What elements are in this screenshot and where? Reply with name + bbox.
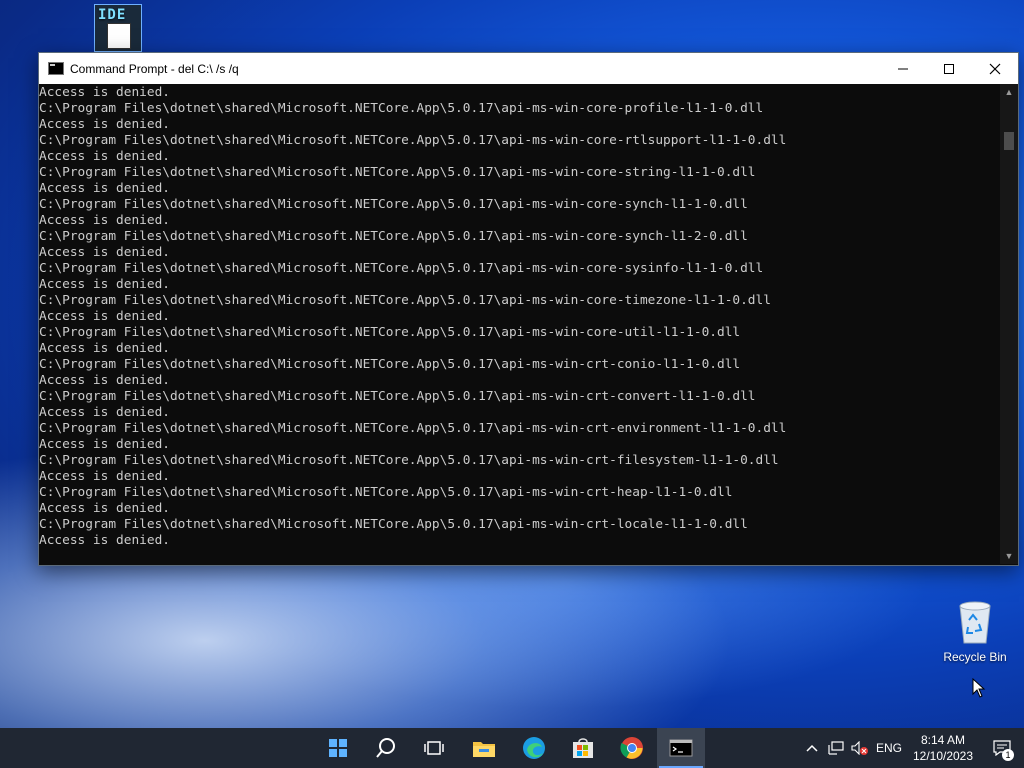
system-tray: ENG 8:14 AM 12/10/2023 1 <box>800 728 1024 768</box>
chrome-icon <box>620 737 643 759</box>
search-button[interactable] <box>362 728 410 768</box>
scrollbar-thumb[interactable] <box>1004 132 1014 150</box>
command-prompt-icon <box>669 739 693 757</box>
edge-button[interactable] <box>510 728 558 768</box>
console-line: Access is denied. <box>39 213 170 228</box>
console-line: C:\Program Files\dotnet\shared\Microsoft… <box>39 229 748 244</box>
recycle-bin-icon <box>955 600 995 644</box>
console-app-icon <box>48 62 64 75</box>
show-hidden-icons-button[interactable] <box>800 728 824 768</box>
console-line: C:\Program Files\dotnet\shared\Microsoft… <box>39 261 764 276</box>
scroll-down-icon[interactable]: ▼ <box>1000 548 1018 564</box>
console-line: C:\Program Files\dotnet\shared\Microsoft… <box>39 293 771 308</box>
language-indicator[interactable]: ENG <box>872 728 906 768</box>
notification-count-badge: 1 <box>1002 749 1014 761</box>
file-explorer-icon <box>473 742 495 757</box>
start-icon <box>329 739 347 757</box>
console-line: Access is denied. <box>39 149 170 164</box>
notification-center-button[interactable]: 1 <box>980 728 1024 768</box>
console-line: C:\Program Files\dotnet\shared\Microsoft… <box>39 357 741 372</box>
window-title: Command Prompt - del C:\ /s /q <box>70 61 239 76</box>
maximize-button[interactable] <box>926 53 972 84</box>
network-icon <box>828 741 844 755</box>
console-line: Access is denied. <box>39 437 170 452</box>
store-button[interactable] <box>559 728 607 768</box>
console-line: Access is denied. <box>39 181 170 196</box>
network-button[interactable] <box>824 728 848 768</box>
vertical-scrollbar[interactable]: ▲ ▼ <box>1000 84 1018 564</box>
console-line: Access is denied. <box>39 469 170 484</box>
console-line: C:\Program Files\dotnet\shared\Microsoft… <box>39 325 741 340</box>
clock[interactable]: 8:14 AM 12/10/2023 <box>906 728 980 768</box>
console-line: C:\Program Files\dotnet\shared\Microsoft… <box>39 485 733 500</box>
console-line: C:\Program Files\dotnet\shared\Microsoft… <box>39 133 787 148</box>
chrome-button[interactable] <box>608 728 656 768</box>
start-button[interactable] <box>314 728 362 768</box>
command-prompt-window[interactable]: Command Prompt - del C:\ /s /q Access is… <box>38 52 1019 566</box>
close-button[interactable] <box>972 53 1018 84</box>
command-prompt-taskbar-button[interactable] <box>657 728 705 768</box>
file-explorer-button[interactable] <box>460 728 508 768</box>
search-icon <box>376 738 395 758</box>
store-icon <box>573 738 593 758</box>
recycle-bin-label: Recycle Bin <box>943 650 1007 664</box>
volume-button[interactable] <box>848 728 872 768</box>
console-line: C:\Program Files\dotnet\shared\Microsoft… <box>39 517 748 532</box>
console-line: Access is denied. <box>39 277 170 292</box>
console-line: Access is denied. <box>39 245 170 260</box>
console-line: C:\Program Files\dotnet\shared\Microsoft… <box>39 389 756 404</box>
console-line: C:\Program Files\dotnet\shared\Microsoft… <box>39 197 748 212</box>
console-line: Access is denied. <box>39 533 170 548</box>
console-line: Access is denied. <box>39 405 170 420</box>
console-line: C:\Program Files\dotnet\shared\Microsoft… <box>39 453 779 468</box>
console-line: C:\Program Files\dotnet\shared\Microsoft… <box>39 165 756 180</box>
console-output[interactable]: Access is denied. C:\Program Files\dotnet… <box>39 84 999 565</box>
console-line: Access is denied. <box>39 341 170 356</box>
minimize-button[interactable] <box>880 53 926 84</box>
console-line: Access is denied. <box>39 117 170 132</box>
minimize-icon <box>898 68 908 69</box>
ide-app-icon: IDE <box>94 4 142 52</box>
maximize-icon <box>944 63 954 74</box>
task-view-icon <box>424 741 444 755</box>
clock-time: 8:14 AM <box>920 733 966 747</box>
chevron-up-icon <box>806 744 818 752</box>
ide-desktop-icon[interactable]: IDE <box>86 4 150 52</box>
console-line: C:\Program Files\dotnet\shared\Microsoft… <box>39 421 787 436</box>
window-titlebar[interactable]: Command Prompt - del C:\ /s /q <box>39 53 1018 84</box>
scroll-up-icon[interactable]: ▲ <box>1000 84 1018 100</box>
recycle-bin-desktop-icon[interactable]: Recycle Bin <box>938 600 1012 664</box>
task-view-button[interactable] <box>410 728 458 768</box>
mouse-cursor-icon <box>972 678 986 698</box>
console-line: Access is denied. <box>39 85 170 100</box>
console-line: Access is denied. <box>39 373 170 388</box>
edge-icon <box>523 737 545 759</box>
console-line: Access is denied. <box>39 501 170 516</box>
taskbar: ENG 8:14 AM 12/10/2023 1 <box>0 728 1024 768</box>
close-icon <box>989 63 1001 74</box>
volume-muted-icon <box>851 741 868 755</box>
clock-date: 12/10/2023 <box>912 749 974 763</box>
console-line: C:\Program Files\dotnet\shared\Microsoft… <box>39 101 764 116</box>
console-line: Access is denied. <box>39 309 170 324</box>
